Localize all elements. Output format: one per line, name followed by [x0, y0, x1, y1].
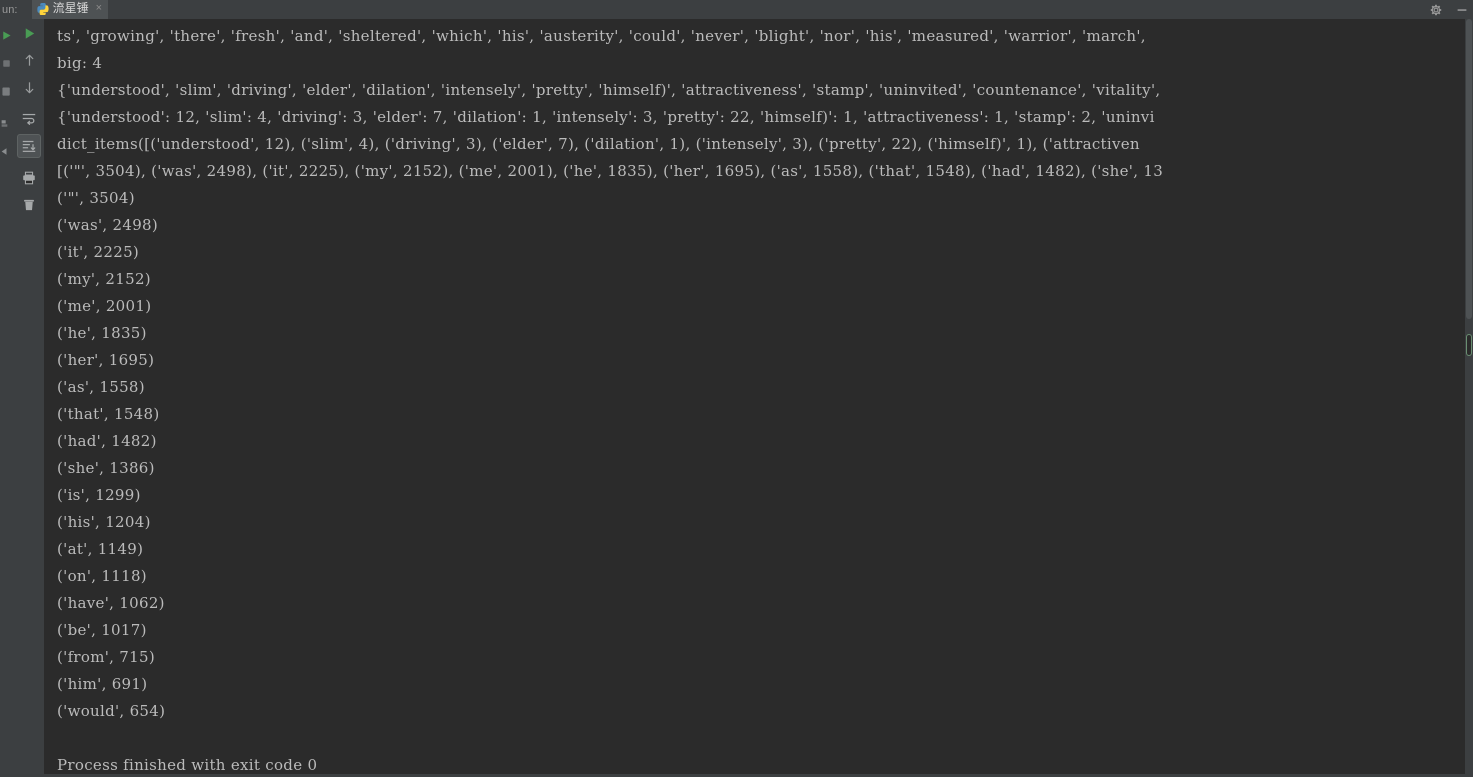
console-line: ('his', 1204) [57, 513, 151, 531]
console-line: ('from', 715) [57, 648, 155, 666]
console-line: ('as', 1558) [57, 378, 145, 396]
layout-icon[interactable] [0, 83, 13, 99]
rerun-button[interactable] [17, 21, 41, 45]
gear-icon[interactable] [1429, 3, 1443, 17]
console-line: big: 4 [57, 54, 103, 72]
console-line: ('at', 1149) [57, 540, 144, 558]
console-line: ('was', 2498) [57, 216, 159, 234]
ide-window: un: 流星锤 × ts', 'growing', 'there', 'fres… [0, 0, 1473, 777]
console-line: ('have', 1062) [57, 594, 165, 612]
console-text-body: ts', 'growing', 'there', 'fresh', 'and',… [44, 19, 1465, 777]
debug-icon[interactable] [0, 115, 13, 131]
console-line: dict_items([('understood', 12), ('slim',… [57, 135, 1140, 153]
console-line: ('he', 1835) [57, 324, 147, 342]
console-line: ('that', 1548) [57, 405, 160, 423]
stop-square-icon[interactable] [0, 55, 13, 71]
console-line: ('him', 691) [57, 675, 148, 693]
console-line: ('is', 1299) [57, 486, 141, 504]
console-line: ('her', 1695) [57, 351, 155, 369]
console-line: {'understood', 'slim', 'driving', 'elder… [57, 81, 1161, 99]
clear-all-button[interactable] [17, 193, 41, 217]
tab-close-icon[interactable]: × [96, 0, 102, 18]
console-line: ('it', 2225) [57, 243, 140, 261]
console-line: [('"', 3504), ('was', 2498), ('it', 2225… [57, 162, 1164, 180]
tab-title: 流星锤 [52, 1, 89, 15]
scroll-to-end-button[interactable] [17, 134, 41, 158]
run-green-arrow-icon[interactable] [0, 27, 13, 43]
scroll-up-button[interactable] [17, 48, 41, 72]
run-console-output[interactable]: ts', 'growing', 'there', 'fresh', 'and',… [44, 19, 1465, 777]
minimize-icon[interactable] [1455, 3, 1469, 17]
console-line: ('my', 2152) [57, 270, 151, 288]
console-line: ('on', 1118) [57, 567, 147, 585]
pin-icon[interactable] [0, 143, 13, 159]
console-scrollbar[interactable] [1465, 19, 1473, 777]
scroll-down-button[interactable] [17, 75, 41, 99]
console-line: ts', 'growing', 'there', 'fresh', 'and',… [57, 27, 1146, 45]
run-toolbar [16, 19, 42, 777]
header-actions [1429, 0, 1469, 19]
console-line: ('she', 1386) [57, 459, 155, 477]
run-tool-window-label: un: [2, 3, 18, 16]
scrollbar-thumb[interactable] [1466, 19, 1472, 319]
console-line: ('would', 654) [57, 702, 166, 720]
python-file-icon [36, 2, 49, 16]
tab-liuxingchui[interactable]: 流星锤 × [31, 0, 109, 19]
print-button[interactable] [17, 166, 41, 190]
run-tool-window-header: un: 流星锤 × [0, 0, 1473, 19]
left-edge-toolbar [0, 19, 13, 777]
console-line: ('me', 2001) [57, 297, 152, 315]
console-line: ('"', 3504) [57, 189, 135, 207]
console-line: ('had', 1482) [57, 432, 157, 450]
tab-strip: 流星锤 × [31, 0, 109, 19]
soft-wrap-button[interactable] [17, 107, 41, 131]
console-line: {'understood': 12, 'slim': 4, 'driving':… [57, 108, 1155, 126]
console-line: ('be', 1017) [57, 621, 147, 639]
scrollbar-marker[interactable] [1466, 334, 1472, 356]
